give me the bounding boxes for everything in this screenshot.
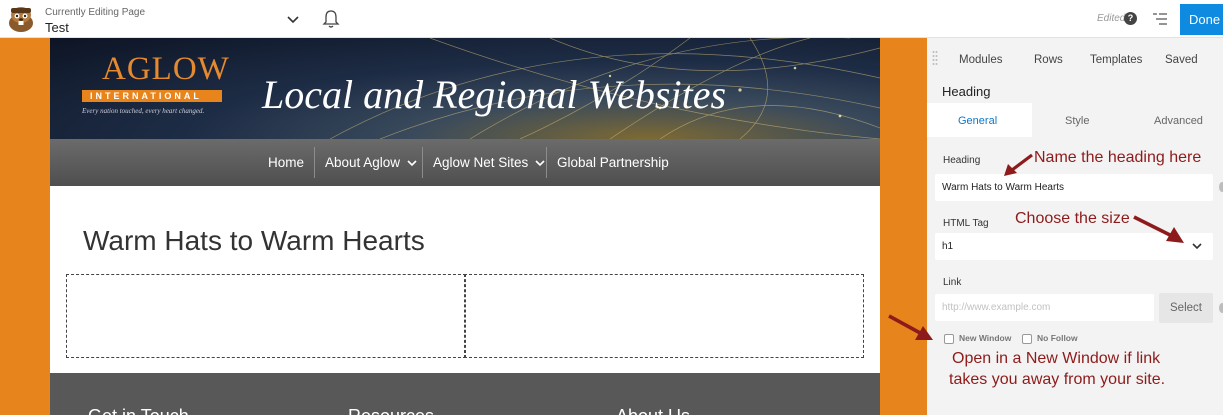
link-label: Link	[943, 277, 962, 288]
html-tag-label: HTML Tag	[943, 218, 989, 229]
page-side-stripe-left	[0, 38, 50, 415]
nav-about-label: About Aglow	[325, 155, 401, 170]
builder-top-bar: Currently Editing Page Test Edited ? Don…	[0, 0, 1223, 38]
outline-list-icon[interactable]	[1152, 11, 1168, 27]
heading-field-label: Heading	[943, 155, 981, 166]
site-footer: Get in Touch Resources About Us	[50, 373, 880, 415]
nav-net-sites-label: Aglow Net Sites	[433, 155, 529, 170]
nav-home[interactable]: Home	[268, 139, 304, 186]
footer-heading-about: About Us	[616, 406, 690, 415]
logo-tagline: Every nation touched, every heart change…	[82, 107, 205, 115]
link-select-button[interactable]: Select	[1159, 293, 1213, 323]
chevron-down-icon	[407, 160, 417, 167]
page-heading[interactable]: Warm Hats to Warm Hearts	[83, 225, 425, 257]
done-button[interactable]: Done	[1180, 4, 1223, 35]
nav-aglow-net-sites[interactable]: Aglow Net Sites	[433, 139, 545, 186]
bell-icon[interactable]	[322, 9, 340, 29]
chevron-down-icon[interactable]	[285, 11, 301, 27]
annotation-name-heading: Name the heading here	[1034, 149, 1202, 166]
page-side-stripe-right	[880, 38, 927, 415]
editing-subtitle: Currently Editing Page	[45, 7, 146, 18]
nav-global-partnership[interactable]: Global Partnership	[557, 139, 669, 186]
empty-column-right[interactable]	[464, 274, 864, 358]
tab-rows[interactable]: Rows	[1034, 54, 1063, 66]
nav-divider	[546, 147, 547, 178]
page-title[interactable]: Test	[45, 20, 69, 35]
connection-icon[interactable]	[1219, 182, 1223, 192]
tab-general[interactable]: General	[958, 115, 997, 127]
annotation-new-window-1: Open in a New Window if link	[952, 350, 1161, 367]
tab-templates[interactable]: Templates	[1090, 54, 1142, 66]
tab-style[interactable]: Style	[1065, 115, 1089, 127]
beaver-logo-icon[interactable]	[6, 4, 36, 34]
banner-title: Local and Regional Websites	[262, 72, 727, 117]
help-icon[interactable]: ?	[1124, 12, 1137, 25]
edited-status: Edited	[1097, 13, 1126, 24]
link-input[interactable]: http://www.example.com	[935, 294, 1154, 321]
no-follow-checkbox[interactable]	[1022, 334, 1032, 344]
page-canvas: AGLOW INTERNATIONAL Every nation touched…	[50, 38, 880, 415]
arrow-icon	[888, 314, 933, 340]
arrow-icon	[1133, 215, 1184, 243]
annotation-choose-size: Choose the size	[1015, 210, 1130, 227]
aglow-logo-sub: INTERNATIONAL	[90, 91, 202, 101]
page-builder-window: Currently Editing Page Test Edited ? Don…	[0, 0, 1223, 415]
annotation-new-window-2: takes you away from your site.	[949, 371, 1166, 388]
footer-heading-resources: Resources	[348, 406, 434, 415]
arrow-icon	[1004, 153, 1033, 176]
new-window-label: New Window	[959, 333, 1012, 343]
site-nav: Home About Aglow Aglow Net Sites Global …	[50, 139, 880, 186]
connection-icon[interactable]	[1219, 303, 1223, 313]
footer-heading-contact: Get in Touch	[88, 406, 189, 415]
chevron-down-icon[interactable]	[1191, 241, 1203, 251]
nav-about-aglow[interactable]: About Aglow	[325, 139, 417, 186]
no-follow-label: No Follow	[1037, 333, 1078, 343]
site-banner: AGLOW INTERNATIONAL Every nation touched…	[50, 38, 880, 139]
tab-modules[interactable]: Modules	[959, 54, 1002, 66]
tab-advanced[interactable]: Advanced	[1154, 115, 1203, 127]
chevron-down-icon	[535, 160, 545, 167]
aglow-logo-word[interactable]: AGLOW	[102, 51, 230, 88]
drag-handle-icon[interactable]	[932, 50, 938, 66]
empty-column-left[interactable]	[66, 274, 466, 358]
nav-divider	[422, 147, 423, 178]
new-window-checkbox[interactable]	[944, 334, 954, 344]
panel-title: Heading	[942, 84, 991, 99]
tab-saved[interactable]: Saved	[1165, 54, 1198, 66]
heading-input[interactable]: Warm Hats to Warm Hearts	[935, 174, 1213, 201]
nav-divider	[314, 147, 315, 178]
